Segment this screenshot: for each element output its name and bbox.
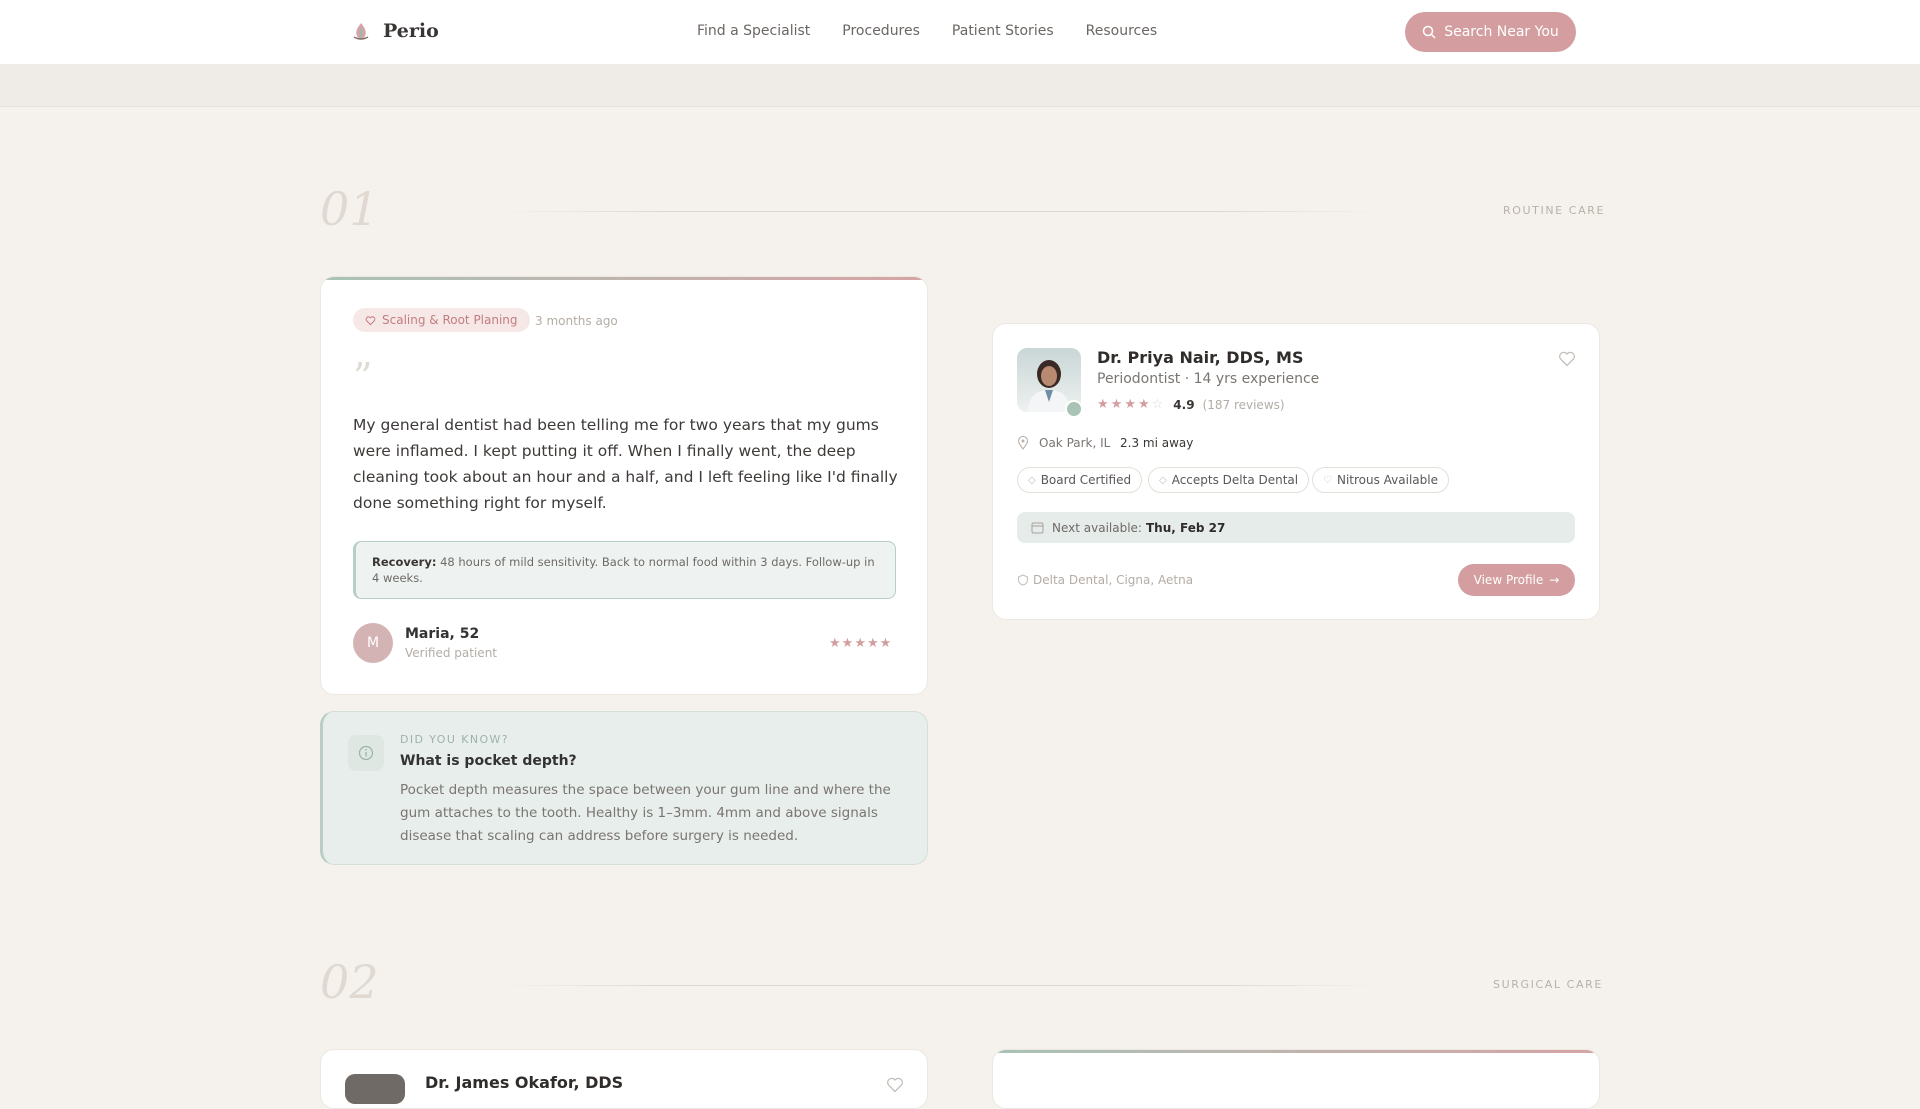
section-label: ROUTINE CARE: [1503, 204, 1605, 217]
nav-resources[interactable]: Resources: [1086, 23, 1158, 39]
did-you-know-body: Pocket depth measures the space between …: [400, 782, 891, 844]
info-icon: [348, 735, 384, 771]
search-button-label: Search Near You: [1444, 24, 1559, 40]
next-available-bar[interactable]: Next available: Thu, Feb 27: [1017, 512, 1575, 543]
doctor-name[interactable]: Dr. Priya Nair, DDS, MS: [1097, 348, 1303, 367]
star-icon: ★: [1110, 397, 1123, 412]
avatar: M: [353, 623, 393, 663]
leaf-logo-icon: [353, 23, 369, 40]
section-number: 02: [320, 955, 379, 1009]
doctor-specialty: Periodontist · 14 yrs experience: [1097, 371, 1320, 387]
section-divider: [495, 211, 1385, 212]
story-time-ago: 3 months ago: [535, 314, 618, 328]
chip-board-certified: ◇ Board Certified: [1017, 467, 1143, 493]
heart-icon: ♡: [1323, 474, 1332, 486]
card-accent-bar: [993, 1050, 1599, 1053]
star-icon: ★: [1097, 397, 1109, 412]
top-nav-bar: Perio Find a Specialist Procedures Patie…: [0, 0, 1920, 65]
brand-logo[interactable]: Perio: [351, 20, 439, 42]
star-icon: ★: [1124, 397, 1136, 412]
card-accent-bar: [321, 277, 927, 280]
brand-name: Perio: [383, 20, 439, 42]
star-icon: ★: [841, 636, 855, 651]
doctor-name[interactable]: Dr. James Okafor, DDS: [425, 1073, 623, 1092]
procedure-tag-label: Scaling & Root Planing: [382, 313, 518, 327]
did-you-know-eyebrow: DID YOU KNOW?: [400, 733, 510, 746]
star-icon: ☆: [1151, 397, 1164, 412]
doctor-card: Dr. James Okafor, DDS: [320, 1049, 928, 1109]
shield-icon: ◇: [1159, 474, 1167, 486]
story-text: My general dentist had been telling me f…: [353, 416, 898, 512]
main-nav: Find a Specialist Procedures Patient Sto…: [697, 23, 1157, 39]
star-icon: ★: [1137, 397, 1150, 412]
procedure-tag[interactable]: Scaling & Root Planing: [353, 308, 530, 332]
tag-icon: ◇: [1028, 474, 1036, 486]
recovery-label: Recovery:: [372, 555, 437, 569]
heart-icon: [365, 315, 376, 325]
author-status: Verified patient: [405, 646, 498, 660]
patient-story-card: Scaling & Root Planing 3 months ago ” My…: [320, 276, 928, 695]
search-icon: [1422, 25, 1436, 39]
next-available-date: Thu, Feb 27: [1145, 520, 1226, 535]
search-near-you-button[interactable]: Search Near You: [1405, 12, 1576, 52]
author-name: Maria, 52: [405, 626, 480, 642]
nav-procedures[interactable]: Procedures: [842, 23, 920, 39]
next-available-label: Next available:: [1052, 520, 1142, 535]
favorite-heart-icon[interactable]: [1558, 351, 1576, 367]
favorite-heart-icon[interactable]: [886, 1077, 904, 1093]
recovery-note: Recovery: 48 hours of mild sensitivity. …: [353, 541, 896, 599]
location-pin-icon: [1017, 436, 1029, 450]
quote-mark-icon: ”: [353, 355, 373, 399]
verified-badge: [1065, 400, 1083, 418]
doctor-rating: ★ ★ ★ ★ ☆ 4.9 (187 reviews): [1097, 397, 1285, 412]
section-label: SURGICAL CARE: [1493, 978, 1603, 991]
did-you-know-title: What is pocket depth?: [400, 753, 577, 769]
doctor-card: Dr. Priya Nair, DDS, MS Periodontist · 1…: [992, 323, 1600, 620]
nav-patient-stories[interactable]: Patient Stories: [952, 23, 1054, 39]
doctor-location: Oak Park, IL: [1039, 436, 1111, 450]
star-icon: ★: [854, 636, 867, 651]
patient-story-card: [992, 1049, 1600, 1109]
review-count[interactable]: (187 reviews): [1203, 398, 1285, 412]
arrow-right-icon: →: [1549, 573, 1560, 587]
doctor-distance: 2.3 mi away: [1120, 436, 1194, 450]
chip-label: Nitrous Available: [1336, 473, 1438, 487]
doctor-photo: [345, 1074, 405, 1104]
chip-label: Accepts Delta Dental: [1171, 473, 1299, 487]
star-icon: ★: [879, 636, 893, 651]
recovery-text: 48 hours of mild sensitivity. Back to no…: [372, 555, 875, 585]
view-profile-label: View Profile: [1473, 573, 1544, 587]
nav-find-specialist[interactable]: Find a Specialist: [697, 23, 810, 39]
calendar-icon: [1031, 522, 1044, 534]
star-icon: ★: [829, 636, 842, 651]
story-rating: ★★★★★: [829, 632, 892, 651]
did-you-know-card: DID YOU KNOW? What is pocket depth? Pock…: [320, 711, 928, 865]
sub-header-band: [0, 64, 1920, 107]
chip-label: Board Certified: [1040, 473, 1132, 487]
insurance-list: Delta Dental, Cigna, Aetna: [1033, 573, 1194, 587]
section-divider: [495, 985, 1385, 986]
rating-value: 4.9: [1173, 397, 1195, 412]
chip-nitrous: ♡ Nitrous Available: [1312, 467, 1449, 493]
shield-icon: [1018, 574, 1028, 586]
chip-accepts-delta: ◇ Accepts Delta Dental: [1148, 467, 1310, 493]
section-number: 01: [320, 182, 379, 236]
star-icon: ★: [866, 636, 880, 651]
view-profile-button[interactable]: View Profile →: [1458, 564, 1575, 596]
